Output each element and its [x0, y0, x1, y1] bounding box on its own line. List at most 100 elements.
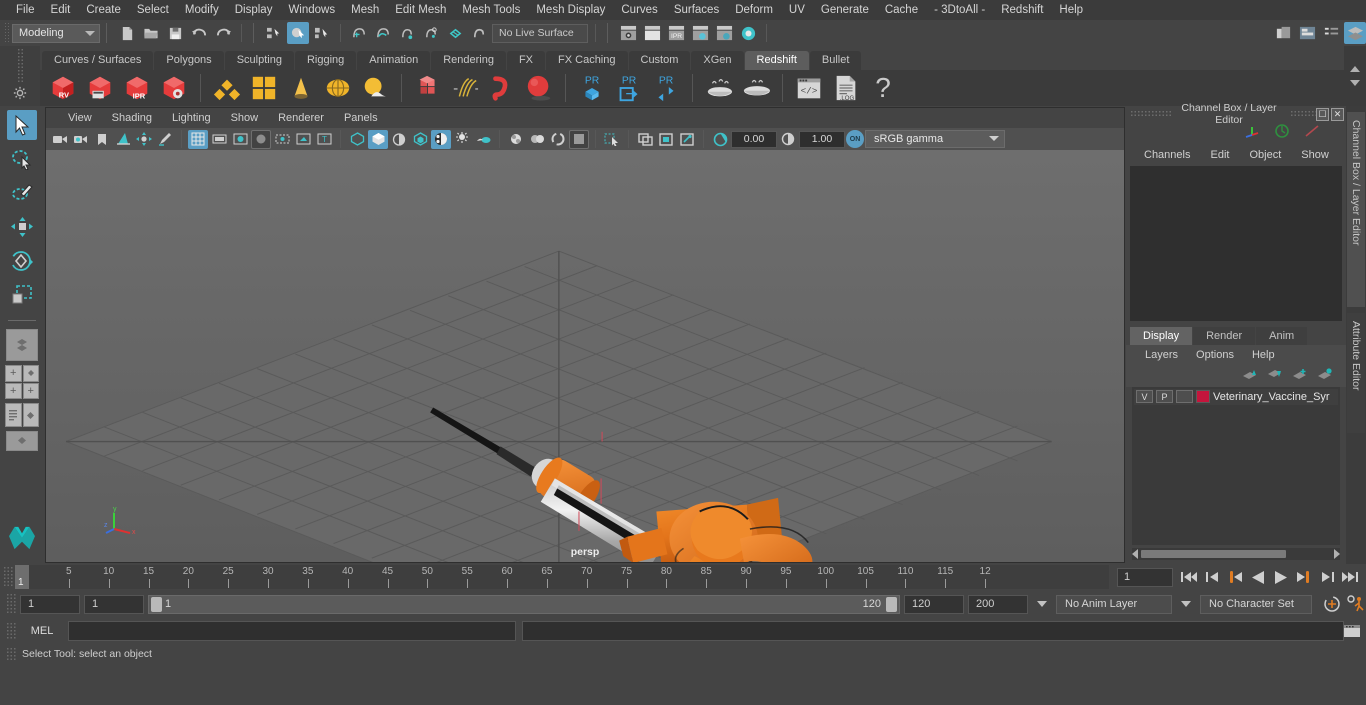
layer-move-up-icon[interactable] — [1242, 367, 1257, 385]
viewport-menu-panels[interactable]: Panels — [334, 112, 388, 124]
shelf-tab-fx[interactable]: FX — [507, 51, 545, 70]
snap-to-projected-center-icon[interactable] — [420, 22, 442, 44]
redshift-pr-export-icon[interactable]: PR — [612, 71, 646, 105]
help-line-grip[interactable] — [6, 647, 16, 661]
side-tab-attribute-editor[interactable]: Attribute Editor — [1347, 313, 1365, 433]
color-management-selector[interactable]: sRGB gamma — [865, 130, 1005, 148]
viewport-menu-show[interactable]: Show — [221, 112, 269, 124]
hardware-texturing-icon[interactable] — [410, 130, 430, 149]
step-forward-keyframe-icon[interactable] — [1317, 567, 1337, 587]
redshift-log-icon[interactable]: .LOG — [829, 71, 863, 105]
script-editor-icon[interactable] — [1342, 621, 1362, 641]
menu-item-create[interactable]: Create — [78, 0, 129, 20]
shelf-tab-sculpting[interactable]: Sculpting — [225, 51, 294, 70]
menu-item-help[interactable]: Help — [1051, 0, 1091, 20]
side-tab-channel-box[interactable]: Channel Box / Layer Editor — [1347, 112, 1365, 307]
xray-icon[interactable] — [293, 130, 313, 149]
panel-grip[interactable] — [1130, 110, 1172, 118]
playback-end-field[interactable]: 120 — [904, 595, 964, 614]
character-set-dropdown-icon[interactable] — [1181, 601, 1191, 607]
redshift-proxy-icon[interactable] — [210, 71, 244, 105]
menu-item-surfaces[interactable]: Surfaces — [666, 0, 727, 20]
current-frame-field[interactable]: 1 — [1117, 568, 1173, 587]
range-slider-bar[interactable]: 1 120 — [148, 595, 900, 614]
select-region-icon[interactable] — [602, 130, 622, 149]
menu-item-mesh-tools[interactable]: Mesh Tools — [454, 0, 528, 20]
image-plane-icon[interactable] — [113, 130, 133, 149]
render-view-icon[interactable] — [617, 22, 639, 44]
render-setup-icon[interactable] — [737, 22, 759, 44]
redshift-pr-swap-icon[interactable]: PR — [649, 71, 683, 105]
multisample-aa-icon[interactable] — [527, 130, 547, 149]
quick-layout-cell[interactable]: + — [5, 383, 22, 400]
character-set-selector[interactable]: No Character Set — [1200, 595, 1312, 614]
command-result-field[interactable] — [522, 621, 1344, 641]
shelf-tab-custom[interactable]: Custom — [629, 51, 691, 70]
menu-item-redshift[interactable]: Redshift — [993, 0, 1051, 20]
shelf-tab-polygons[interactable]: Polygons — [154, 51, 223, 70]
exposure-field[interactable]: 0.00 — [731, 131, 777, 148]
undo-icon[interactable] — [188, 22, 210, 44]
viewport-menu-shading[interactable]: Shading — [102, 112, 162, 124]
open-attribute-editor-icon[interactable] — [1296, 22, 1318, 44]
quick-layout-hypershade[interactable] — [6, 431, 38, 451]
move-tool[interactable] — [7, 212, 37, 242]
time-slider[interactable]: 1 51015202530354045505560657075808590951… — [15, 565, 1109, 589]
go-to-start-icon[interactable] — [1179, 567, 1199, 587]
open-modeling-toolkit-icon[interactable] — [1344, 22, 1366, 44]
menu-item-deform[interactable]: Deform — [727, 0, 781, 20]
new-scene-icon[interactable] — [116, 22, 138, 44]
snap-to-point-icon[interactable] — [396, 22, 418, 44]
menu-set-selector[interactable]: Modeling — [12, 24, 100, 43]
shelf-tab-xgen[interactable]: XGen — [691, 51, 743, 70]
layer-tab-display[interactable]: Display — [1130, 327, 1192, 345]
layer-menu-help[interactable]: Help — [1243, 349, 1284, 361]
status-line-grip[interactable] — [4, 22, 10, 44]
redshift-render-settings-icon[interactable] — [157, 71, 191, 105]
paint-select-tool[interactable] — [7, 178, 37, 208]
menu-item-curves[interactable]: Curves — [613, 0, 665, 20]
viewport-copy-icon[interactable] — [656, 130, 676, 149]
snap-to-grid-icon[interactable] — [348, 22, 370, 44]
open-scene-icon[interactable] — [140, 22, 162, 44]
menu-item-cache[interactable]: Cache — [877, 0, 926, 20]
step-forward-frame-icon[interactable] — [1294, 567, 1314, 587]
depth-of-field-icon[interactable] — [548, 130, 568, 149]
snap-to-curve-icon[interactable] — [372, 22, 394, 44]
quick-layout-single[interactable] — [6, 329, 38, 361]
layer-create-selected-icon[interactable] — [1317, 367, 1332, 385]
redo-icon[interactable] — [212, 22, 234, 44]
redshift-ipr-icon[interactable]: IPR — [120, 71, 154, 105]
menu-item-mesh-display[interactable]: Mesh Display — [528, 0, 613, 20]
render-settings-icon[interactable] — [689, 22, 711, 44]
scroll-left-arrow-icon[interactable] — [1132, 549, 1138, 559]
screen-space-ao-icon[interactable] — [473, 130, 493, 149]
redshift-bake-all-icon[interactable] — [739, 71, 773, 105]
isolate-select-icon[interactable] — [569, 130, 589, 149]
menu-item-3dtoall[interactable]: - 3DtoAll - — [926, 0, 993, 20]
render-sequence-icon[interactable] — [641, 22, 663, 44]
shelf-tab-redshift[interactable]: Redshift — [745, 51, 809, 70]
viewport-menu-view[interactable]: View — [58, 112, 102, 124]
wireframe-shaded-icon[interactable] — [347, 130, 367, 149]
scale-tool[interactable] — [7, 280, 37, 310]
redshift-matte-icon[interactable] — [247, 71, 281, 105]
film-origin-icon[interactable] — [272, 130, 292, 149]
shelf-grip[interactable] — [17, 48, 24, 82]
live-surface-field[interactable]: No Live Surface — [492, 24, 588, 43]
redshift-render-sequence-icon[interactable] — [83, 71, 117, 105]
2d-pan-zoom-icon[interactable] — [134, 130, 154, 149]
gamma-field[interactable]: 1.00 — [799, 131, 845, 148]
redshift-pr-cube-icon[interactable]: PR — [575, 71, 609, 105]
menu-item-edit[interactable]: Edit — [43, 0, 79, 20]
film-gate-icon[interactable] — [209, 130, 229, 149]
camera-attributes-icon[interactable] — [71, 130, 91, 149]
layer-row[interactable]: V P Veterinary_Vaccine_Syr — [1134, 389, 1338, 405]
bookmark-icon[interactable] — [92, 130, 112, 149]
select-tool[interactable] — [7, 110, 37, 140]
shelf-tab-bullet[interactable]: Bullet — [810, 51, 862, 70]
play-forwards-icon[interactable] — [1271, 567, 1291, 587]
scroll-right-arrow-icon[interactable] — [1334, 549, 1340, 559]
quick-layout-cell[interactable]: + — [23, 383, 40, 400]
quick-layout-cell[interactable] — [23, 365, 40, 382]
